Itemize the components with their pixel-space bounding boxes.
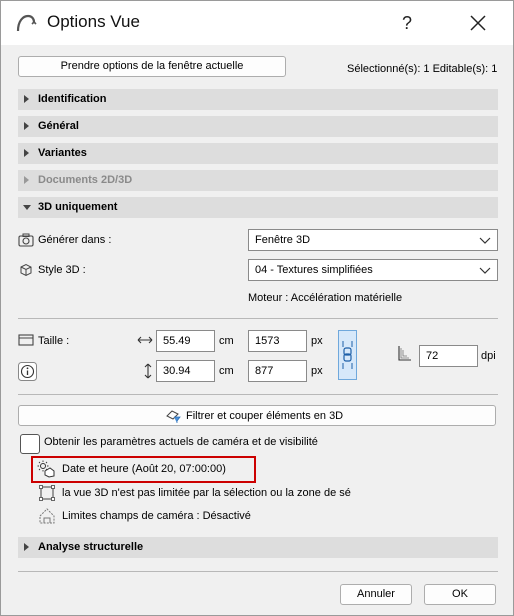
filter-cut-icon bbox=[166, 410, 181, 423]
camera-settings-checkbox[interactable] bbox=[20, 434, 40, 454]
divider bbox=[18, 571, 498, 572]
section-general[interactable]: Général bbox=[18, 116, 498, 137]
generate-in-label: Générer dans : bbox=[38, 234, 112, 246]
resolution-icon bbox=[398, 346, 411, 361]
resolution-value: 72 bbox=[426, 350, 439, 362]
chevron-right-icon bbox=[24, 543, 29, 551]
chevron-right-icon bbox=[24, 149, 29, 157]
chevron-down-icon bbox=[479, 267, 491, 274]
options-vue-dialog: Options Vue ? Prendre options de la fenê… bbox=[0, 0, 514, 616]
chevron-right-icon bbox=[24, 122, 29, 130]
divider bbox=[18, 394, 498, 395]
height-px-unit: px bbox=[311, 365, 323, 377]
height-px-input[interactable]: 877 bbox=[248, 360, 307, 382]
chevron-right-icon bbox=[24, 176, 29, 184]
section-structural-analysis[interactable]: Analyse structurelle bbox=[18, 537, 498, 558]
section-label: Général bbox=[38, 120, 79, 132]
width-px-input[interactable]: 1573 bbox=[248, 330, 307, 352]
selection-limit-label: la vue 3D n'est pas limitée par la sélec… bbox=[62, 487, 351, 499]
generate-in-select[interactable]: Fenêtre 3D bbox=[248, 229, 498, 251]
take-current-window-options-button[interactable]: Prendre options de la fenêtre actuelle bbox=[18, 56, 286, 77]
chevron-right-icon bbox=[24, 95, 29, 103]
highlight-box bbox=[31, 456, 256, 483]
selection-info: Sélectionné(s): 1 Editable(s): 1 bbox=[347, 63, 498, 75]
width-arrow-icon bbox=[137, 336, 153, 344]
width-cm-input[interactable]: 55.49 bbox=[156, 330, 215, 352]
width-cm-unit: cm bbox=[219, 335, 234, 347]
archicad-logo-icon bbox=[16, 14, 37, 32]
section-documents-2d-3d: Documents 2D/3D bbox=[18, 170, 498, 191]
filter-cut-3d-button[interactable]: Filtrer et couper éléments en 3D bbox=[18, 405, 496, 426]
section-label: Analyse structurelle bbox=[38, 541, 144, 553]
camera-limits-icon bbox=[39, 508, 55, 524]
width-px-value: 1573 bbox=[255, 335, 280, 347]
size-label: Taille : bbox=[38, 335, 70, 347]
section-variantes[interactable]: Variantes bbox=[18, 143, 498, 164]
cancel-button[interactable]: Annuler bbox=[340, 584, 412, 605]
3d-style-label: Style 3D : bbox=[38, 264, 86, 276]
height-arrow-icon bbox=[144, 363, 152, 379]
resolution-input[interactable]: 72 bbox=[419, 345, 478, 367]
dialog-title: Options Vue bbox=[47, 12, 140, 31]
camera-limits-label: Limites champs de caméra : Désactivé bbox=[62, 510, 251, 522]
close-icon[interactable] bbox=[464, 9, 492, 37]
width-px-unit: px bbox=[311, 335, 323, 347]
section-label: 3D uniquement bbox=[38, 201, 118, 213]
height-px-value: 877 bbox=[255, 365, 274, 377]
section-label: Documents 2D/3D bbox=[38, 174, 133, 186]
section-identification[interactable]: Identification bbox=[18, 89, 498, 110]
filter-cut-label: Filtrer et couper éléments en 3D bbox=[186, 410, 344, 422]
3d-style-select[interactable]: 04 - Textures simplifiées bbox=[248, 259, 498, 281]
help-button[interactable]: ? bbox=[393, 9, 421, 37]
3d-style-cube-icon bbox=[20, 263, 32, 277]
chevron-down-icon bbox=[23, 205, 31, 210]
section-3d-only[interactable]: 3D uniquement bbox=[18, 197, 498, 218]
width-cm-value: 55.49 bbox=[163, 335, 191, 347]
camera-icon bbox=[18, 233, 34, 247]
height-cm-unit: cm bbox=[219, 365, 234, 377]
section-label: Variantes bbox=[38, 147, 87, 159]
section-label: Identification bbox=[38, 93, 107, 105]
link-proportions-button[interactable] bbox=[338, 330, 357, 380]
selection-zone-icon bbox=[39, 485, 55, 501]
chain-link-icon bbox=[342, 341, 353, 369]
generate-in-value: Fenêtre 3D bbox=[255, 234, 311, 246]
chevron-down-icon bbox=[479, 237, 491, 244]
3d-style-value: 04 - Textures simplifiées bbox=[255, 264, 373, 276]
ok-button[interactable]: OK bbox=[424, 584, 496, 605]
title-bar: Options Vue ? bbox=[1, 1, 513, 45]
info-icon[interactable] bbox=[18, 362, 37, 381]
engine-info: Moteur : Accélération matérielle bbox=[248, 292, 403, 304]
height-cm-input[interactable]: 30.94 bbox=[156, 360, 215, 382]
divider bbox=[18, 318, 498, 319]
window-size-icon bbox=[18, 334, 34, 346]
height-cm-value: 30.94 bbox=[163, 365, 191, 377]
camera-settings-label: Obtenir les paramètres actuels de caméra… bbox=[44, 436, 318, 448]
resolution-unit: dpi bbox=[481, 350, 496, 362]
